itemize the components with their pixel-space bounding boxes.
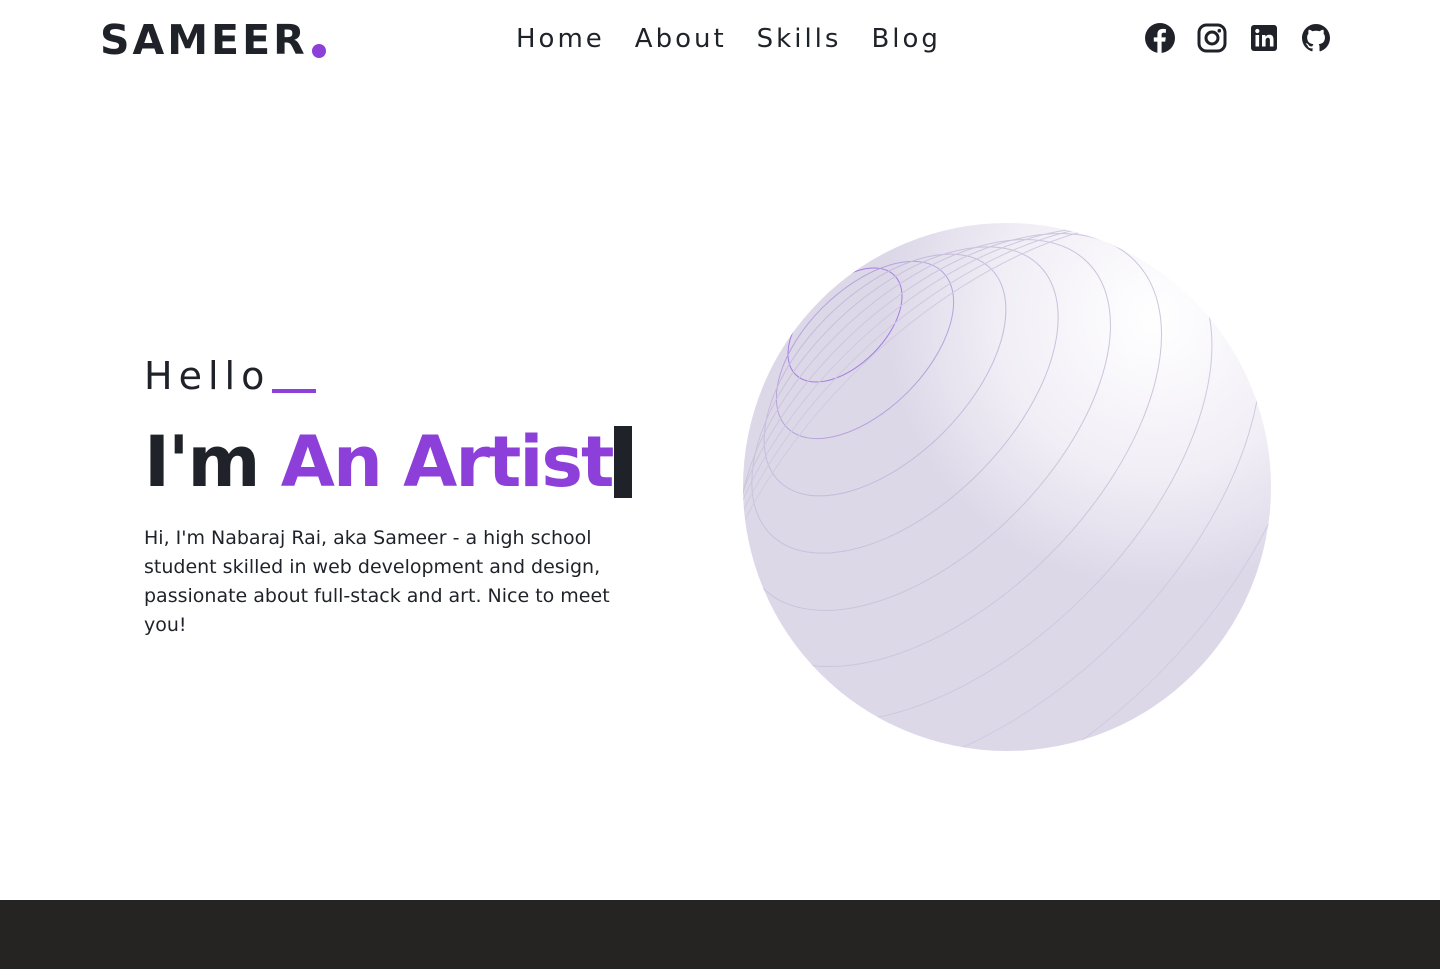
github-icon[interactable] [1300, 22, 1332, 54]
site-logo[interactable]: SAMEER [100, 14, 326, 66]
facebook-icon[interactable] [1144, 22, 1176, 54]
nav-home-link[interactable]: Home [516, 20, 605, 58]
greeting-text: Hello [144, 354, 271, 398]
nav-skills-link[interactable]: Skills [757, 20, 842, 58]
hero-headline: I'm An Artist [144, 420, 664, 504]
nav-blog-link[interactable]: Blog [871, 20, 940, 58]
site-header: SAMEER Home About Skills Blog [0, 0, 1440, 80]
social-links [1144, 22, 1332, 54]
hero-description: Hi, I'm Nabaraj Rai, aka Sameer - a high… [144, 527, 610, 636]
nav-about-link[interactable]: About [635, 20, 727, 58]
hero-intro: Hello I'm An Artist Hi, I'm Nabaraj Rai,… [144, 350, 664, 640]
linkedin-icon[interactable] [1248, 22, 1280, 54]
typing-cursor [614, 426, 633, 498]
hero-sphere-graphic [735, 215, 1280, 760]
instagram-icon[interactable] [1196, 22, 1228, 54]
headline-prefix: I'm [144, 421, 281, 503]
greeting-underline [272, 389, 317, 393]
logo-text: SAMEER [100, 16, 308, 64]
logo-dot [311, 44, 326, 58]
hero-greeting: Hello [144, 350, 664, 402]
headline-role: An Artist [280, 421, 615, 503]
next-section-band [0, 900, 1440, 969]
main-nav: Home About Skills Blog [516, 20, 941, 58]
